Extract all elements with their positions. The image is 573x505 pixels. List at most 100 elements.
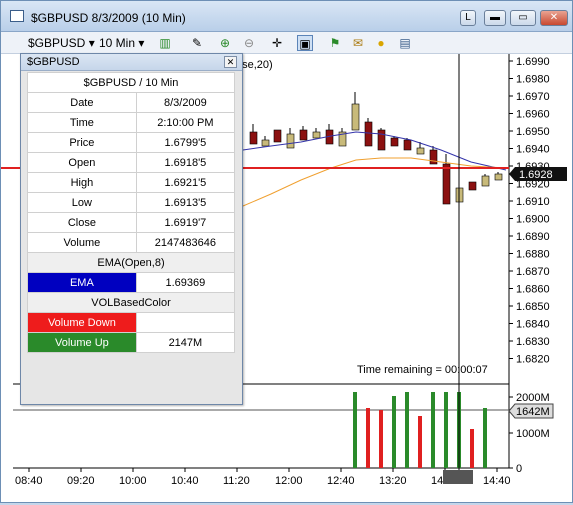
table-row: Price 1.6799'5 bbox=[27, 132, 236, 153]
properties-icon[interactable]: ▤ bbox=[397, 35, 413, 51]
price-tick-label: 1.6970 bbox=[516, 91, 550, 103]
time-tick-label: 11:20 bbox=[223, 475, 250, 487]
table-row: Time 2:10:00 PM bbox=[27, 112, 236, 133]
price-marker: 1.6928 bbox=[509, 167, 567, 181]
price-tick-label: 1.6900 bbox=[516, 214, 550, 226]
candle bbox=[364, 121, 373, 147]
volume-bar bbox=[483, 408, 487, 468]
chart-window: $GBPUSD 8/3/2009 (10 Min) L ▬ ▭ ✕ $GBPUS… bbox=[0, 0, 573, 503]
volume-bar bbox=[392, 396, 396, 468]
price-tick-label: 1.6840 bbox=[516, 319, 550, 331]
chart-toolbar: $GBPUSD ▾ 10 Min ▾ ▥ ✎ ⊕ ⊖ ✛ ▣ ⚑ ✉ ● ▤ bbox=[1, 32, 572, 54]
data-box-icon[interactable]: ▣ bbox=[297, 35, 313, 51]
volume-bar bbox=[418, 416, 422, 468]
candle bbox=[351, 103, 360, 131]
currency-icon[interactable]: ● bbox=[373, 35, 389, 51]
volume-tick-label: 0 bbox=[516, 463, 522, 475]
price-tick-label: 1.6860 bbox=[516, 284, 550, 296]
candle bbox=[481, 175, 490, 187]
candle bbox=[286, 133, 295, 149]
table-row: EMA 1.69369 bbox=[27, 272, 236, 293]
time-tick-label: 13:20 bbox=[379, 475, 407, 487]
table-row: Date 8/3/2009 bbox=[27, 92, 236, 113]
candle bbox=[494, 173, 503, 181]
time-tick-label: 10:00 bbox=[119, 475, 147, 487]
candle bbox=[416, 147, 425, 155]
volume-bar bbox=[366, 408, 370, 468]
volume-bar bbox=[444, 392, 448, 468]
candle bbox=[442, 163, 451, 205]
volume-bar bbox=[431, 392, 435, 468]
price-tick-label: 1.6980 bbox=[516, 74, 550, 86]
price-tick-label: 1.6880 bbox=[516, 249, 550, 261]
table-row: Low 1.6913'5 bbox=[27, 192, 236, 213]
time-tick-label: 10:40 bbox=[171, 475, 199, 487]
time-tick-label: 09:20 bbox=[67, 475, 95, 487]
time-tick-label: 14:40 bbox=[483, 475, 511, 487]
popup-title-bar[interactable]: $GBPUSD ✕ bbox=[21, 54, 242, 71]
interval-dropdown[interactable]: 10 Min ▾ bbox=[99, 35, 144, 51]
price-tick-label: 1.6820 bbox=[516, 354, 550, 366]
volume-tick-label: 1000M bbox=[516, 428, 550, 440]
candle bbox=[299, 129, 308, 141]
volume-bar bbox=[353, 392, 357, 468]
volume-bar bbox=[379, 410, 383, 468]
candle bbox=[261, 139, 270, 147]
table-row: Volume Up 2147M bbox=[27, 332, 236, 353]
volume-bar bbox=[405, 392, 409, 468]
data-box-table: $GBPUSD / 10 Min Date 8/3/2009 Time 2:10:0… bbox=[27, 72, 236, 353]
price-tick-label: 1.6910 bbox=[516, 196, 550, 208]
volume-up-value: 2147M bbox=[135, 332, 236, 353]
time-tick-label: 08:40 bbox=[15, 475, 43, 487]
link-button[interactable]: L bbox=[460, 10, 476, 26]
table-row: Volume 2147483646 bbox=[27, 232, 236, 253]
price-tick-label: 1.6890 bbox=[516, 231, 550, 243]
popup-close-button[interactable]: ✕ bbox=[224, 56, 237, 68]
ema-slow-line bbox=[242, 157, 507, 207]
vol-section-header: VOLBasedColor bbox=[27, 292, 235, 313]
price-tick-label: 1.6960 bbox=[516, 109, 550, 121]
time-tick-label: 12:00 bbox=[275, 475, 303, 487]
candle bbox=[249, 131, 258, 145]
ema-value: 1.69369 bbox=[135, 272, 236, 293]
table-row: Close 1.6919'7 bbox=[27, 212, 236, 233]
volume-marker: 1642M bbox=[508, 403, 554, 419]
candle bbox=[390, 137, 399, 147]
volume-down-label: Volume Down bbox=[27, 312, 137, 333]
bar-type-icon[interactable]: ▥ bbox=[157, 35, 173, 51]
time-tick-label: 12:40 bbox=[327, 475, 355, 487]
time-axis: 08:40 09:20 10:00 10:40 11:20 12:00 12:40 13:20… bbox=[15, 468, 511, 487]
draw-tool-icon[interactable]: ✎ bbox=[189, 35, 205, 51]
window-title: $GBPUSD 8/3/2009 (10 Min) bbox=[31, 11, 186, 25]
popup-header: $GBPUSD / 10 Min bbox=[27, 72, 235, 93]
price-tick-label: 1.6830 bbox=[516, 336, 550, 348]
crosshair-icon[interactable]: ✛ bbox=[269, 35, 285, 51]
price-axis: 1.6990 1.6980 1.6970 1.6960 1.6950 1.6940 1.69… bbox=[509, 56, 550, 366]
candles bbox=[249, 92, 503, 205]
title-bar[interactable]: $GBPUSD 8/3/2009 (10 Min) L ▬ ▭ ✕ bbox=[1, 1, 572, 32]
minimize-button[interactable]: ▬ bbox=[484, 10, 506, 26]
maximize-button[interactable]: ▭ bbox=[510, 10, 536, 26]
volume-tick-label: 2000M bbox=[516, 392, 550, 404]
price-marker-value: 1.6928 bbox=[519, 169, 553, 181]
alerts-icon[interactable]: ✉ bbox=[350, 35, 366, 51]
data-box-popup[interactable]: $GBPUSD ✕ $GBPUSD / 10 Min Date 8/3/2009 … bbox=[20, 53, 243, 405]
zoom-out-icon[interactable]: ⊖ bbox=[241, 35, 257, 51]
price-tick-label: 1.6990 bbox=[516, 56, 550, 68]
symbol-dropdown[interactable]: $GBPUSD ▾ bbox=[28, 35, 95, 51]
price-tick-label: 1.6950 bbox=[516, 126, 550, 138]
popup-title: $GBPUSD bbox=[27, 56, 80, 68]
table-row: High 1.6921'5 bbox=[27, 172, 236, 193]
strategy-icon[interactable]: ⚑ bbox=[327, 35, 343, 51]
zoom-in-icon[interactable]: ⊕ bbox=[217, 35, 233, 51]
candle bbox=[312, 131, 321, 139]
chart-app-icon bbox=[10, 10, 24, 22]
volume-bar bbox=[470, 429, 474, 468]
ema-section-header: EMA(Open,8) bbox=[27, 252, 235, 273]
candle bbox=[468, 181, 477, 191]
price-tick-label: 1.6940 bbox=[516, 144, 550, 156]
volume-marker-value: 1642M bbox=[516, 406, 550, 418]
time-remaining-label: Time remaining = 00:00:07 bbox=[357, 364, 488, 376]
candle bbox=[273, 129, 282, 143]
close-button[interactable]: ✕ bbox=[540, 10, 568, 26]
